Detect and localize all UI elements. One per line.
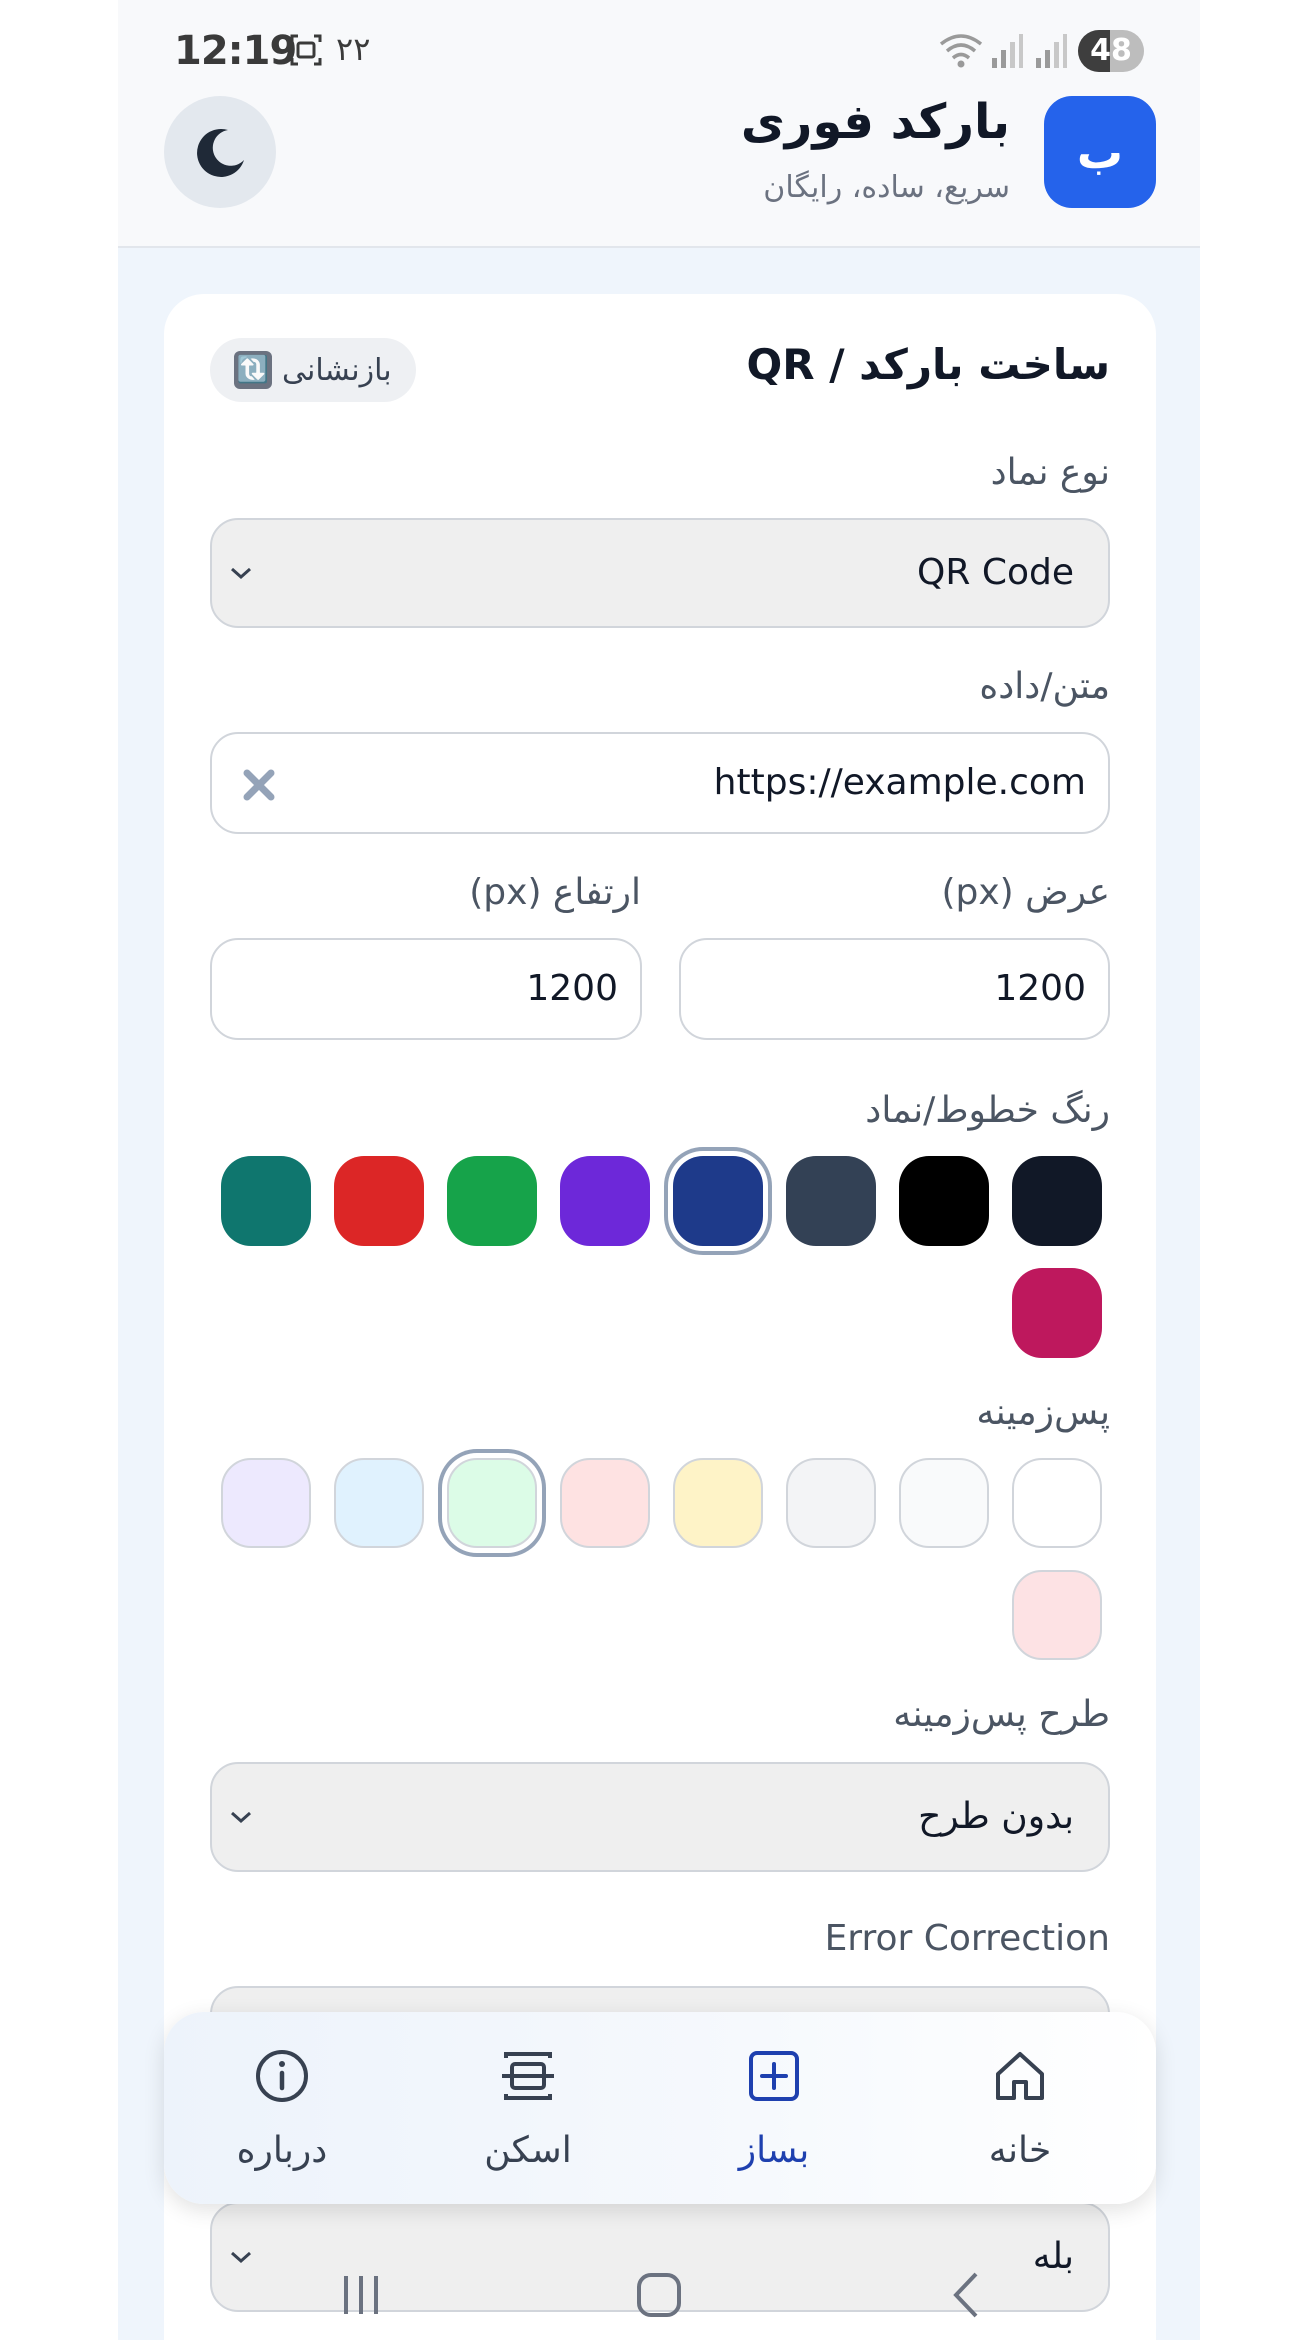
nav-label-home: خانه [988,2130,1052,2171]
chevron-down-icon [231,567,251,580]
app-logo: ب [1044,96,1156,208]
line-color-swatch[interactable] [1012,1156,1102,1246]
nav-item-scan[interactable]: اسکن [438,2012,618,2204]
height-label: ارتفاع (px) [469,872,641,913]
symbol-type-label: نوع نماد [990,452,1110,493]
status-extra-text: ۲۲ [336,30,371,68]
data-label: متن/داده [979,666,1110,707]
chevron-down-icon [231,2251,251,2264]
app-title: بارکد فوری [740,94,1010,150]
line-color-swatch[interactable] [1012,1268,1102,1358]
battery-indicator: 48 [1078,30,1144,72]
line-color-swatch[interactable] [334,1156,424,1246]
refresh-icon: 🔃 [234,351,272,389]
symbol-type-select[interactable]: QR Code [210,518,1110,628]
nav-label-scan: اسکن [484,2130,572,2171]
line-color-swatch[interactable] [899,1156,989,1246]
plus-square-icon [749,2051,799,2101]
app-subtitle: سریع، ساده، رایگان [763,170,1010,205]
line-color-swatch[interactable] [560,1156,650,1246]
wifi-icon [939,34,983,68]
battery-level: 48 [1090,33,1132,68]
line-color-swatch[interactable] [673,1156,763,1246]
bg-pattern-value: بدون طرح [918,1796,1074,1837]
bg-pattern-select[interactable]: بدون طرح [210,1762,1110,1872]
recent-apps-icon[interactable] [336,2270,386,2320]
nav-label-about: درباره [236,2130,328,2171]
status-bar: 12:19 ۲۲ 48 [118,0,1200,90]
background-color-swatch[interactable] [1012,1570,1102,1660]
line-color-label: رنگ خطوط/نماد [865,1090,1110,1131]
screenshot-icon [290,34,322,66]
status-time: 12:19 [174,28,297,74]
home-icon [996,2052,1044,2100]
reset-button[interactable]: بازنشانی 🔃 [210,338,416,402]
app-header: بارکد فوری سریع، ساده، رایگان ب [118,90,1200,248]
bg-pattern-label: طرح پس‌زمینه [893,1694,1110,1735]
bottom-navigation: درباره اسکن بساز خانه [164,2012,1156,2204]
card-title: ساخت بارکد / QR [746,340,1110,389]
background-color-swatch[interactable] [673,1458,763,1548]
height-input[interactable]: 1200 [210,938,642,1040]
background-color-swatch[interactable] [447,1458,537,1548]
nav-label-build: بساز [738,2130,810,2171]
scan-icon [502,2052,554,2100]
data-input[interactable]: https://example.com [210,732,1110,834]
nav-item-build[interactable]: بساز [684,2012,864,2204]
background-color-swatch[interactable] [221,1458,311,1548]
chevron-down-icon [231,1811,251,1824]
line-color-swatch[interactable] [786,1156,876,1246]
width-input-value: 1200 [994,968,1086,1009]
background-color-swatch[interactable] [1012,1458,1102,1548]
back-icon[interactable] [942,2270,992,2320]
background-color-swatch[interactable] [786,1458,876,1548]
signal-icon [992,34,1023,68]
height-input-value: 1200 [526,968,618,1009]
theme-toggle-button[interactable] [164,96,276,208]
signal-icon-2 [1036,34,1067,68]
width-label: عرض (px) [941,872,1110,913]
system-navigation-bar [118,2270,1200,2340]
clear-icon[interactable] [242,768,276,802]
nav-item-about[interactable]: درباره [192,2012,372,2204]
error-correction-label: Error Correction [824,1918,1110,1959]
background-color-swatch[interactable] [560,1458,650,1548]
background-color-swatch[interactable] [334,1458,424,1548]
line-color-swatch[interactable] [447,1156,537,1246]
line-color-swatch[interactable] [221,1156,311,1246]
home-system-icon[interactable] [634,2270,684,2320]
phone-screen: 12:19 ۲۲ 48 بارکد فوری سریع، ساده، رایگا… [118,0,1200,2340]
info-icon [256,2050,308,2102]
background-color-swatch[interactable] [899,1458,989,1548]
background-label: پس‌زمینه [976,1392,1110,1433]
reset-label: بازنشانی [282,352,392,388]
symbol-type-value: QR Code [917,552,1074,593]
nav-item-home[interactable]: خانه [930,2012,1110,2204]
data-input-value: https://example.com [713,762,1086,803]
width-input[interactable]: 1200 [679,938,1110,1040]
moon-icon [197,128,244,177]
